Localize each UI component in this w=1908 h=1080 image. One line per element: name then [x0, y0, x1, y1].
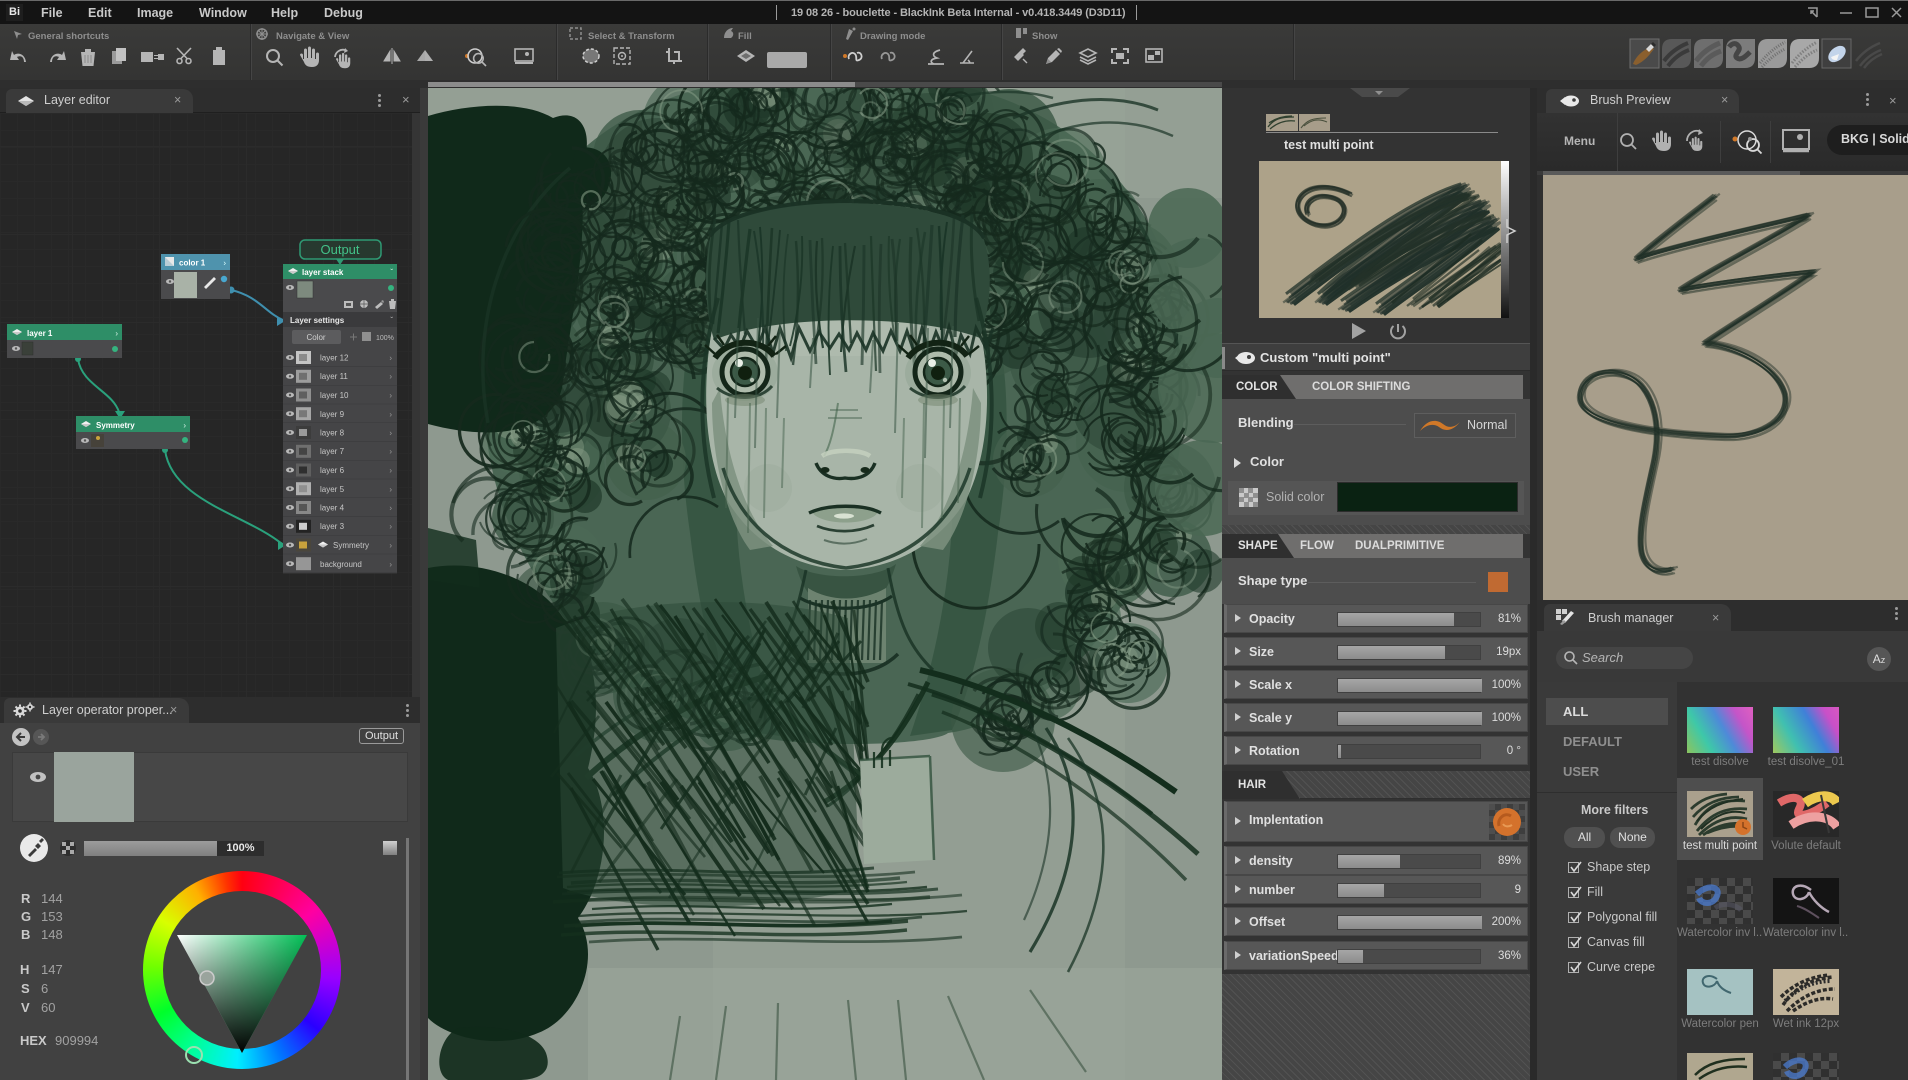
svg-text:144: 144: [41, 891, 63, 906]
svg-text:S: S: [21, 981, 30, 996]
svg-text:›: ›: [389, 522, 392, 531]
svg-text:H: H: [20, 962, 29, 977]
svg-text:Fill: Fill: [738, 31, 752, 42]
svg-text:›: ›: [389, 429, 392, 438]
svg-text:General shortcuts: General shortcuts: [28, 31, 109, 42]
svg-text:60: 60: [41, 1000, 55, 1015]
svg-text:›: ›: [183, 421, 186, 430]
svg-text:V: V: [21, 1000, 30, 1015]
svg-text:layer 11: layer 11: [320, 372, 348, 381]
svg-text:Navigate & View: Navigate & View: [276, 31, 350, 42]
svg-text:›: ›: [389, 504, 392, 513]
svg-text:layer 4: layer 4: [320, 504, 345, 513]
svg-text:›: ›: [389, 466, 392, 475]
svg-text:Layer settings: Layer settings: [290, 316, 345, 325]
svg-text:›: ›: [389, 447, 392, 456]
svg-text:Symmetry: Symmetry: [96, 421, 135, 430]
svg-text:background: background: [320, 560, 362, 569]
svg-text:HEX: HEX: [20, 1033, 47, 1048]
svg-text:B: B: [21, 927, 30, 942]
svg-text:›: ›: [389, 372, 392, 381]
svg-text:layer 12: layer 12: [320, 354, 349, 363]
svg-text:layer 7: layer 7: [320, 447, 345, 456]
svg-text:layer 8: layer 8: [320, 429, 345, 438]
svg-text:R: R: [21, 891, 31, 906]
svg-text:148: 148: [41, 927, 63, 942]
svg-text:›: ›: [389, 354, 392, 363]
svg-text:147: 147: [41, 962, 63, 977]
svg-text:Output: Output: [320, 242, 359, 257]
svg-text:layer 3: layer 3: [320, 522, 345, 531]
svg-text:layer 10: layer 10: [320, 391, 349, 400]
svg-text:Show: Show: [1032, 31, 1058, 42]
svg-text:layer 5: layer 5: [320, 485, 345, 494]
svg-text:›: ›: [389, 391, 392, 400]
svg-text:layer 6: layer 6: [320, 466, 345, 475]
svg-text:ˇ: ˇ: [390, 268, 393, 277]
svg-text:100%: 100%: [376, 335, 394, 342]
svg-text:G: G: [21, 909, 31, 924]
svg-text:Symmetry: Symmetry: [333, 541, 369, 550]
svg-text:Color: Color: [306, 333, 325, 342]
svg-text:›: ›: [223, 259, 226, 268]
svg-text:layer 9: layer 9: [320, 410, 345, 419]
svg-text:color 1: color 1: [179, 259, 206, 268]
svg-text:909994: 909994: [55, 1033, 98, 1048]
svg-text:›: ›: [389, 541, 392, 550]
svg-text:›: ›: [389, 410, 392, 419]
svg-text:›: ›: [389, 485, 392, 494]
svg-text:ˇ: ˇ: [390, 316, 393, 325]
svg-text:Drawing mode: Drawing mode: [860, 31, 925, 42]
svg-text:Select & Transform: Select & Transform: [588, 31, 675, 42]
svg-text:153: 153: [41, 909, 63, 924]
svg-text:›: ›: [115, 329, 118, 338]
svg-text:layer 1: layer 1: [27, 329, 53, 338]
svg-text:6: 6: [41, 981, 48, 996]
svg-text:layer stack: layer stack: [302, 268, 344, 277]
svg-text:›: ›: [389, 560, 392, 569]
